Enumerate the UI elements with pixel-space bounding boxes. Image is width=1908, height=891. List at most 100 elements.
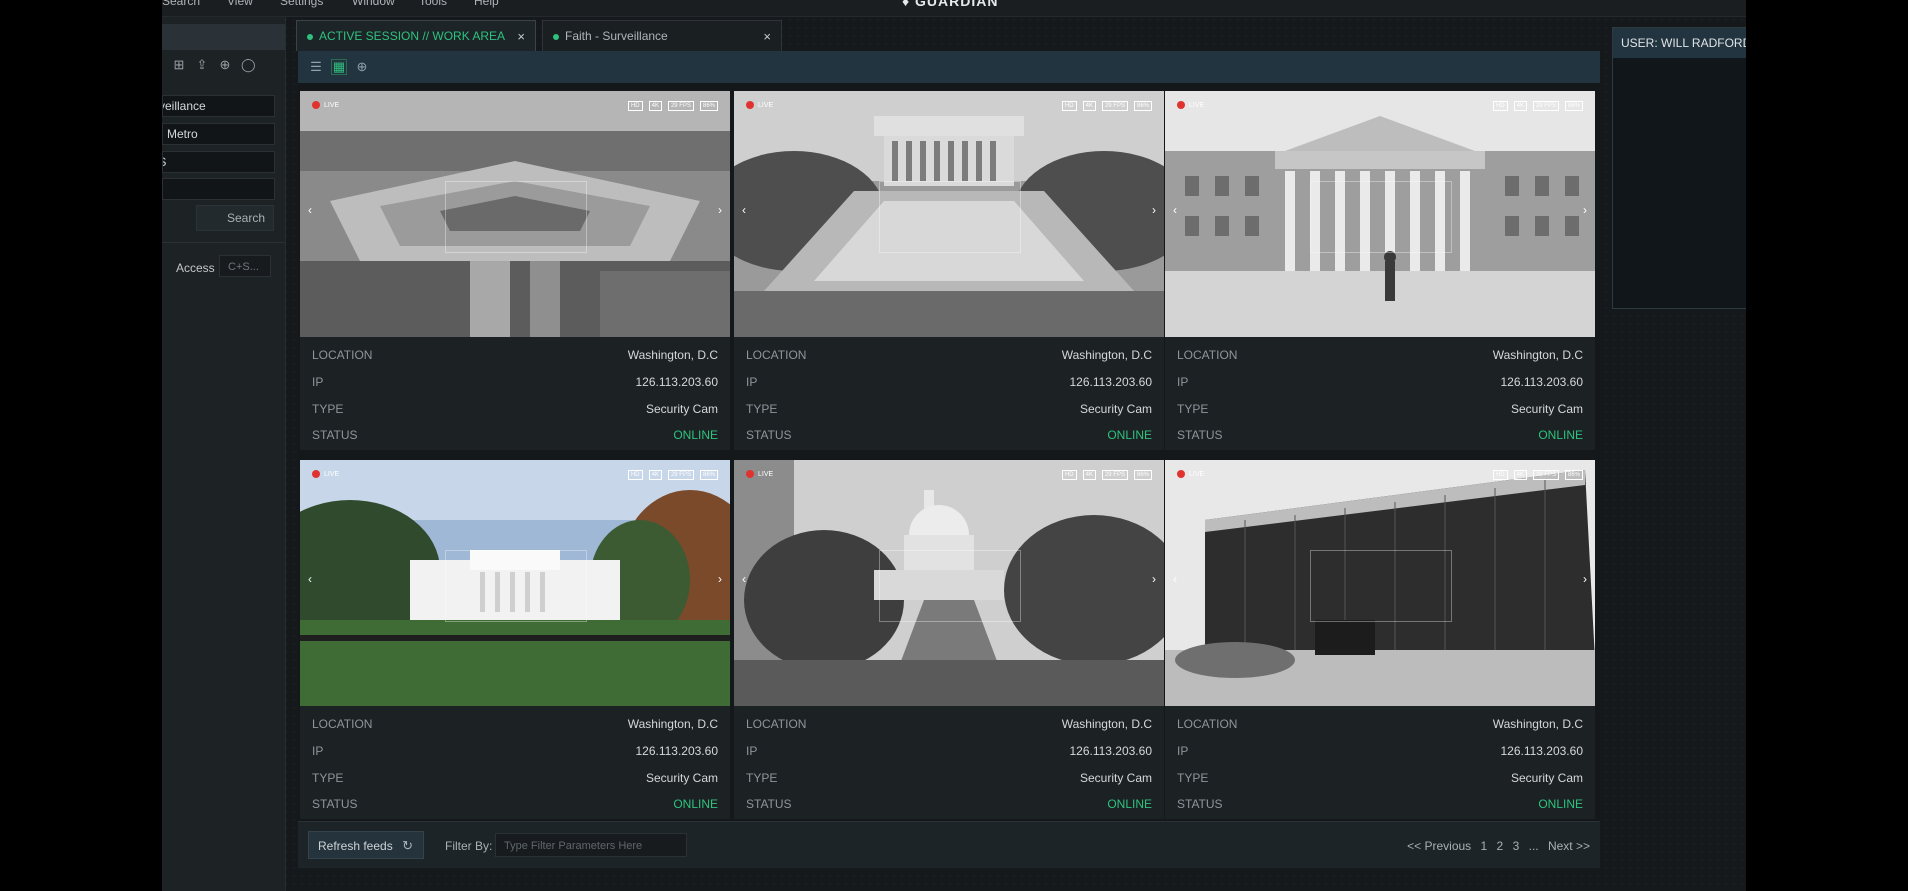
list-view-icon[interactable]: ☰ bbox=[308, 59, 324, 75]
status-badge: ONLINE bbox=[673, 797, 718, 811]
sidebar-field-1[interactable]: rveillance bbox=[162, 95, 275, 117]
user-label: USER: WILL RADFORD bbox=[1613, 28, 1746, 58]
view-toolbar: ☰ ▦ ⊕ bbox=[298, 51, 1600, 83]
sidebar-field-3[interactable]: IS bbox=[162, 151, 275, 173]
prev-feed-arrow[interactable]: ‹ bbox=[308, 203, 312, 217]
meta-location: LOCATION Washington, D.C bbox=[746, 348, 1152, 362]
user-panel: USER: WILL RADFORD bbox=[1612, 27, 1746, 309]
next-feed-arrow[interactable]: › bbox=[718, 203, 722, 217]
target-reticle bbox=[879, 550, 1021, 622]
menu-window[interactable]: Window bbox=[352, 0, 395, 8]
brand-logo: ♦ GUARDIAN bbox=[902, 0, 999, 9]
grid-view-icon[interactable]: ▦ bbox=[331, 59, 347, 75]
next-feed-arrow[interactable]: › bbox=[1152, 572, 1156, 586]
prev-feed-arrow[interactable]: ‹ bbox=[1173, 203, 1177, 217]
next-feed-arrow[interactable]: › bbox=[1583, 572, 1587, 586]
target-reticle bbox=[1310, 181, 1452, 253]
sidebar-field-2[interactable]: C Metro bbox=[162, 123, 275, 145]
camera-feed[interactable]: LIVE HD 4K 29 FPS 86% ‹ › bbox=[734, 91, 1164, 337]
live-indicator: LIVE bbox=[312, 101, 339, 109]
status-badge: ONLINE bbox=[673, 428, 718, 442]
target-reticle bbox=[445, 550, 587, 622]
meta-status: STATUS ONLINE bbox=[746, 428, 1152, 442]
meta-status: STATUS ONLINE bbox=[1177, 428, 1583, 442]
prev-feed-arrow[interactable]: ‹ bbox=[308, 572, 312, 586]
prev-feed-arrow[interactable]: ‹ bbox=[742, 203, 746, 217]
record-icon bbox=[312, 101, 320, 109]
sidebar-field-4[interactable]: e bbox=[162, 178, 275, 200]
tab-active-session[interactable]: ACTIVE SESSION // WORK AREA × bbox=[296, 20, 536, 51]
meta-type: TYPE Security Cam bbox=[312, 771, 718, 785]
camera-card-3[interactable]: LIVE HD 4K 29 FPS 86% ‹ › LOCATION Washingto… bbox=[1165, 91, 1595, 450]
camera-card-5[interactable]: LIVE HD 4K 29 FPS 86% ‹ › LOCATION Washingto… bbox=[734, 460, 1164, 819]
filter-input[interactable]: Type Filter Parameters Here bbox=[495, 833, 687, 857]
access-input[interactable]: C+S... bbox=[219, 255, 271, 277]
tab-label: Faith - Surveillance bbox=[565, 29, 668, 43]
status-badge: ONLINE bbox=[1538, 797, 1583, 811]
camera-card-2[interactable]: LIVE HD 4K 29 FPS 86% ‹ › LOCATION Washingto… bbox=[734, 91, 1164, 450]
meta-location: LOCATION Washington, D.C bbox=[1177, 717, 1583, 731]
record-icon bbox=[746, 470, 754, 478]
status-badge: ONLINE bbox=[1538, 428, 1583, 442]
live-indicator: LIVE bbox=[312, 470, 339, 478]
pager-page-1[interactable]: 1 bbox=[1481, 839, 1488, 853]
menu-tools[interactable]: Tools bbox=[419, 0, 447, 8]
next-feed-arrow[interactable]: › bbox=[1152, 203, 1156, 217]
map-view-icon[interactable]: ⊕ bbox=[354, 59, 370, 75]
refresh-icon: ↻ bbox=[402, 838, 413, 853]
next-feed-arrow[interactable]: › bbox=[718, 572, 722, 586]
live-indicator: LIVE bbox=[1177, 470, 1204, 478]
meta-location: LOCATION Washington, D.C bbox=[746, 717, 1152, 731]
feed-status-badges: HD 4K 29 FPS 86% bbox=[1056, 101, 1152, 111]
meta-status: STATUS ONLINE bbox=[746, 797, 1152, 811]
menu-help[interactable]: Help bbox=[474, 0, 499, 8]
camera-feed[interactable]: LIVE HD 4K 29 FPS 86% ‹ › bbox=[300, 460, 730, 706]
camera-grid: LIVE HD 4K 29 FPS 86% ‹ › LOCATION Washingto… bbox=[298, 83, 1600, 821]
close-icon[interactable]: × bbox=[517, 21, 525, 52]
share-icon[interactable]: ⇪ bbox=[195, 58, 209, 72]
pager-next[interactable]: Next >> bbox=[1548, 839, 1590, 853]
guardian-app: Search View Settings Window Tools Help ♦… bbox=[162, 0, 1746, 891]
status-badge: ONLINE bbox=[1107, 428, 1152, 442]
bottom-bar: Refresh feeds ↻ Filter By: Type Filter P… bbox=[298, 821, 1600, 868]
camera-feed[interactable]: LIVE HD 4K 29 FPS 86% ‹ › bbox=[1165, 460, 1595, 706]
tab-status-dot bbox=[307, 34, 313, 40]
meta-ip: IP 126.113.203.60 bbox=[312, 375, 718, 389]
menu-view[interactable]: View bbox=[227, 0, 253, 8]
live-indicator: LIVE bbox=[746, 101, 773, 109]
record-icon bbox=[746, 101, 754, 109]
meta-type: TYPE Security Cam bbox=[312, 402, 718, 416]
meta-location: LOCATION Washington, D.C bbox=[1177, 348, 1583, 362]
target-reticle bbox=[879, 181, 1021, 253]
live-indicator: LIVE bbox=[746, 470, 773, 478]
prev-feed-arrow[interactable]: ‹ bbox=[742, 572, 746, 586]
target-reticle bbox=[1310, 550, 1452, 622]
pager-previous[interactable]: << Previous bbox=[1407, 839, 1471, 853]
camera-feed[interactable]: LIVE HD 4K 29 FPS 86% ‹ › bbox=[1165, 91, 1595, 337]
pager-page-3[interactable]: 3 bbox=[1513, 839, 1520, 853]
globe-icon[interactable]: ⊕ bbox=[218, 58, 232, 72]
pager-page-2[interactable]: 2 bbox=[1497, 839, 1504, 853]
camera-card-1[interactable]: LIVE HD 4K 29 FPS 86% ‹ › LOCATION Washingto… bbox=[300, 91, 730, 450]
menu-search[interactable]: Search bbox=[162, 0, 200, 8]
menu-settings[interactable]: Settings bbox=[280, 0, 323, 8]
meta-location: LOCATION Washington, D.C bbox=[312, 348, 718, 362]
user-icon[interactable]: ◯ bbox=[241, 58, 256, 72]
sidebar-search-button[interactable]: Search bbox=[196, 205, 274, 231]
next-feed-arrow[interactable]: › bbox=[1583, 203, 1587, 217]
refresh-feeds-button[interactable]: Refresh feeds ↻ bbox=[308, 831, 424, 859]
camera-feed[interactable]: LIVE HD 4K 29 FPS 86% ‹ › bbox=[734, 460, 1164, 706]
meta-ip: IP 126.113.203.60 bbox=[746, 744, 1152, 758]
prev-feed-arrow[interactable]: ‹ bbox=[1173, 572, 1177, 586]
camera-card-4[interactable]: LIVE HD 4K 29 FPS 86% ‹ › LOCATION Washingto… bbox=[300, 460, 730, 819]
menu-bar: Search View Settings Window Tools Help ♦… bbox=[162, 0, 1746, 17]
meta-type: TYPE Security Cam bbox=[746, 771, 1152, 785]
camera-card-6[interactable]: LIVE HD 4K 29 FPS 86% ‹ › LOCATION Washingto… bbox=[1165, 460, 1595, 819]
meta-type: TYPE Security Cam bbox=[1177, 771, 1583, 785]
tab-faith-surveillance[interactable]: Faith - Surveillance × bbox=[542, 20, 782, 51]
meta-status: STATUS ONLINE bbox=[1177, 797, 1583, 811]
camera-feed[interactable]: LIVE HD 4K 29 FPS 86% ‹ › bbox=[300, 91, 730, 337]
feed-status-badges: HD 4K 29 FPS 86% bbox=[1056, 470, 1152, 480]
network-icon[interactable]: ⊞ bbox=[172, 58, 186, 72]
close-icon[interactable]: × bbox=[763, 21, 771, 52]
